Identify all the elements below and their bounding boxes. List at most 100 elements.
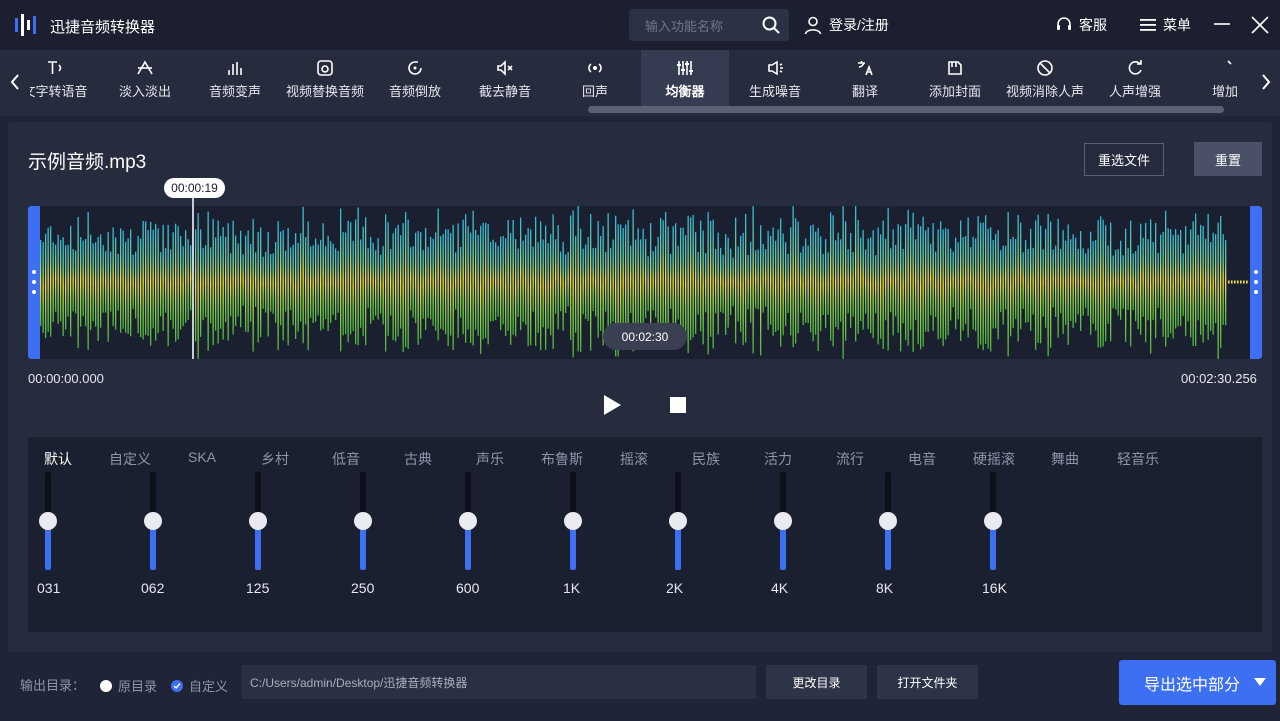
eq-band-slider[interactable] [354, 472, 372, 570]
waveform-bar [1180, 230, 1182, 326]
slider-knob[interactable] [774, 512, 792, 530]
slider-knob[interactable] [564, 512, 582, 530]
tool-remove-vocal[interactable]: 视频消除人声 [1000, 50, 1090, 108]
eq-band-slider[interactable] [669, 472, 687, 570]
slider-knob[interactable] [879, 512, 897, 530]
radio-original-dir[interactable]: 原目录 [100, 676, 157, 695]
minimize-icon[interactable] [1212, 14, 1232, 34]
tool-echo[interactable]: 回声 [550, 50, 640, 108]
eq-preset[interactable]: 流行 [836, 449, 864, 469]
login-button[interactable]: 登录/注册 [803, 14, 889, 36]
export-selection-button[interactable]: 导出选中部分 [1119, 660, 1276, 705]
waveform-bar [940, 221, 942, 339]
waveform-bar [935, 251, 937, 317]
dropdown-arrow-icon[interactable] [1253, 677, 1267, 687]
eq-preset[interactable]: 乡村 [261, 449, 289, 469]
search-box[interactable] [629, 9, 789, 41]
tool-voice-change[interactable]: 音频变声 [190, 50, 280, 108]
waveform-bar [407, 219, 409, 349]
eq-band-slider[interactable] [144, 472, 162, 570]
eq-band-slider[interactable] [249, 472, 267, 570]
tool-fade[interactable]: 淡入淡出 [100, 50, 190, 108]
eq-preset[interactable]: 布鲁斯 [541, 449, 583, 469]
tool-prev-button[interactable] [0, 50, 30, 114]
tool-mute-cut[interactable]: 截去静音 [460, 50, 550, 108]
slider-knob[interactable] [984, 512, 1002, 530]
tool-text-to-speech[interactable]: 文字转语音 [30, 50, 100, 108]
tool-reverse[interactable]: 音频倒放 [370, 50, 460, 108]
slider-knob[interactable] [459, 512, 477, 530]
eq-band-slider[interactable] [774, 472, 792, 570]
waveform-bar [77, 217, 79, 349]
search-icon[interactable] [761, 15, 781, 35]
tool-cover[interactable]: 添加封面 [910, 50, 1000, 108]
playhead[interactable] [192, 197, 194, 359]
waveform-bar [440, 236, 442, 329]
eq-preset[interactable]: 古典 [404, 449, 432, 469]
waveform-bar [237, 243, 239, 317]
eq-preset[interactable]: SKA [188, 449, 216, 465]
tool-translate[interactable]: 翻译 [820, 50, 910, 108]
tool-add[interactable]: 增加 [1180, 50, 1252, 108]
tool-equalizer[interactable]: 均衡器 [641, 50, 729, 108]
slider-knob[interactable] [354, 512, 372, 530]
tool-label: 截去静音 [478, 84, 531, 99]
waveform-bar [1015, 239, 1017, 319]
play-icon[interactable] [601, 394, 623, 416]
eq-preset[interactable]: 硬摇滚 [973, 449, 1015, 469]
waveform-bar [395, 227, 397, 342]
radio-original-dot[interactable] [100, 679, 112, 692]
tool-next-button[interactable] [1252, 50, 1280, 114]
change-dir-button[interactable]: 更改目录 [766, 665, 867, 699]
waveform-bar [1127, 247, 1129, 310]
menu-button[interactable]: 菜单 [1139, 14, 1191, 36]
video-replace-icon [317, 60, 333, 76]
eq-band-slider[interactable] [984, 472, 1002, 570]
eq-preset[interactable]: 轻音乐 [1117, 449, 1159, 469]
eq-preset[interactable]: 默认 [44, 449, 72, 469]
eq-band-slider[interactable] [879, 472, 897, 570]
close-icon[interactable] [1249, 14, 1271, 36]
eq-preset[interactable]: 活力 [764, 449, 792, 469]
waveform-bar [710, 220, 712, 337]
open-folder-button[interactable]: 打开文件夹 [877, 665, 978, 699]
selection-start-handle[interactable] [28, 206, 40, 359]
tool-vocal-boost[interactable]: 人声增强 [1090, 50, 1180, 108]
eq-band-slider[interactable] [459, 472, 477, 570]
slider-knob[interactable] [669, 512, 687, 530]
search-input[interactable] [645, 17, 755, 35]
waveform-bar [517, 248, 519, 317]
waveform-bar [295, 233, 297, 339]
slider-knob[interactable] [39, 512, 57, 530]
waveform-bar [125, 241, 127, 333]
waveform-bar [522, 240, 524, 322]
eq-band-slider[interactable] [564, 472, 582, 570]
radio-custom-dir[interactable]: 自定义 [171, 676, 228, 695]
radio-custom-dot[interactable] [171, 679, 183, 692]
reselect-file-button[interactable]: 重选文件 [1084, 143, 1164, 176]
stop-icon[interactable] [670, 397, 686, 413]
eq-preset[interactable]: 民族 [692, 449, 720, 469]
customer-service-button[interactable]: 客服 [1055, 14, 1107, 36]
eq-preset[interactable]: 电音 [908, 449, 936, 469]
tool-scrollbar[interactable] [588, 106, 1224, 113]
waveform-bar [602, 226, 604, 346]
waveform-bar [282, 230, 284, 341]
reset-button[interactable]: 重置 [1194, 142, 1262, 176]
eq-preset[interactable]: 舞曲 [1051, 449, 1079, 469]
tool-noise[interactable]: 生成噪音 [730, 50, 820, 108]
eq-preset[interactable]: 声乐 [476, 449, 504, 469]
waveform-bar [750, 241, 752, 323]
tool-video-replace[interactable]: 视频替换音频 [280, 50, 370, 108]
waveform-bar [137, 235, 139, 334]
slider-knob[interactable] [144, 512, 162, 530]
eq-preset[interactable]: 低音 [332, 449, 360, 469]
waveform-bar [1105, 225, 1107, 342]
slider-knob[interactable] [249, 512, 267, 530]
eq-band-slider[interactable] [39, 472, 57, 570]
waveform-bar [865, 249, 867, 314]
eq-preset[interactable]: 自定义 [109, 449, 151, 469]
output-path-field[interactable] [242, 665, 756, 699]
eq-preset[interactable]: 摇滚 [620, 449, 648, 469]
selection-end-handle[interactable] [1250, 206, 1262, 359]
